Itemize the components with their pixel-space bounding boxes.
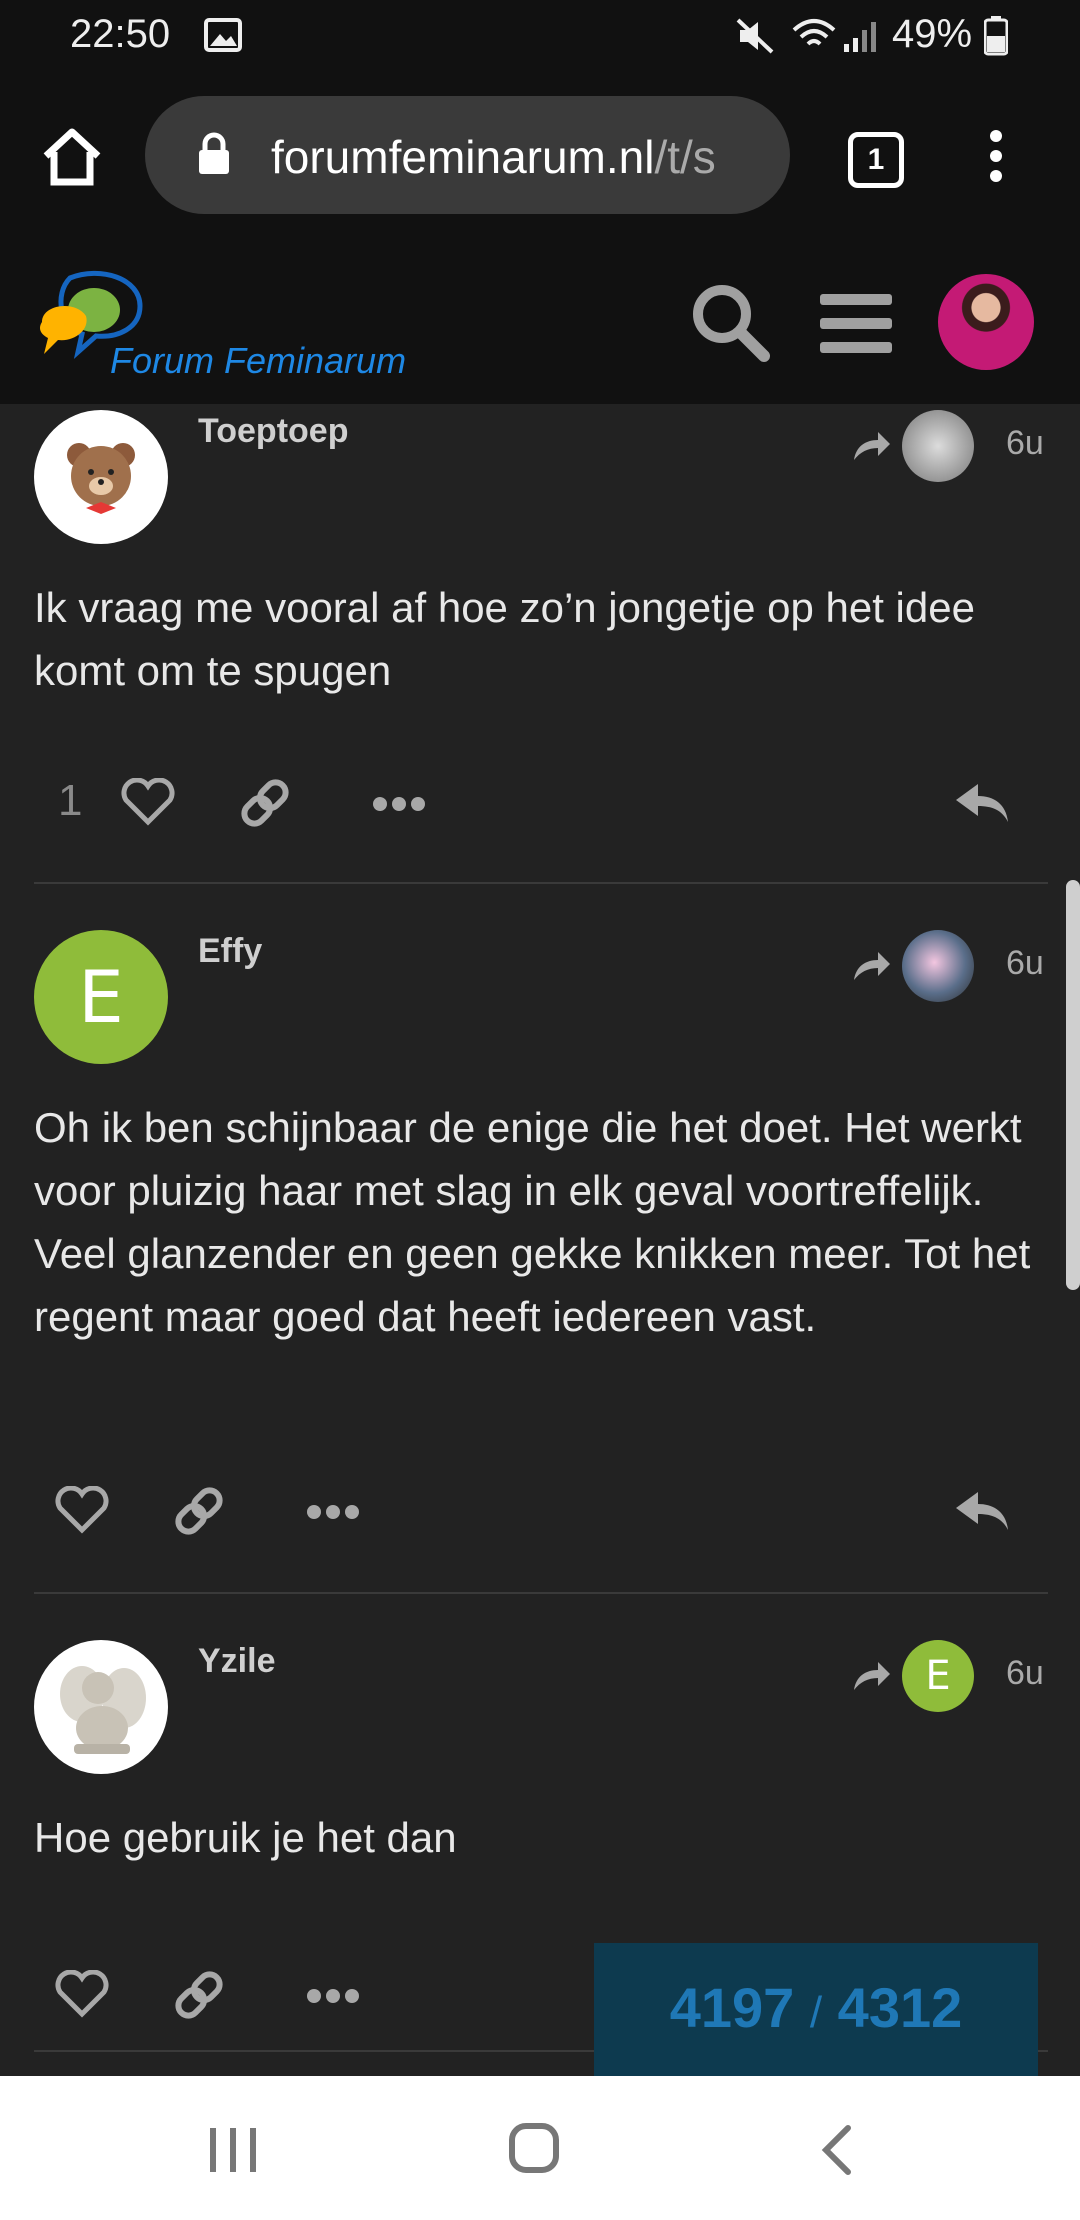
post-body: Ik vraag me vooral af hoe zo’n jongetje … xyxy=(34,584,975,694)
search-icon[interactable] xyxy=(690,282,770,362)
progress-current: 4197 xyxy=(669,1976,795,2039)
battery-percent: 49% xyxy=(892,12,973,56)
scrollbar-thumb[interactable] xyxy=(1066,880,1080,1290)
tab-switcher-button[interactable]: 1 xyxy=(848,132,904,188)
heart-icon[interactable] xyxy=(120,778,176,826)
battery-icon xyxy=(984,16,1008,56)
heart-icon[interactable] xyxy=(54,1970,110,2018)
status-bar: 22:50 49% xyxy=(0,0,1080,72)
recent-apps-icon[interactable] xyxy=(208,2126,258,2174)
post-body: Oh ik ben schijnbaar de enige die het do… xyxy=(34,1104,1031,1340)
reply-to-arrow-icon xyxy=(854,952,890,980)
more-horiz-icon[interactable] xyxy=(306,1986,360,2006)
avatar[interactable] xyxy=(34,410,168,544)
home-nav-icon[interactable] xyxy=(508,2122,560,2174)
reply-to-avatar[interactable]: E xyxy=(902,1640,974,1712)
post-username[interactable]: Yzile xyxy=(198,1642,275,1681)
post-age[interactable]: 6u xyxy=(1006,944,1044,983)
reply-icon[interactable] xyxy=(954,1488,1010,1532)
post-age[interactable]: 6u xyxy=(1006,1654,1044,1693)
more-vert-icon[interactable] xyxy=(986,128,1006,184)
hamburger-menu-icon[interactable] xyxy=(820,294,892,354)
post-age[interactable]: 6u xyxy=(1006,424,1044,463)
progress-text: 4197 / 4312 xyxy=(594,1975,1038,2040)
site-brand[interactable]: Forum Feminarum xyxy=(110,340,406,382)
home-icon[interactable] xyxy=(40,126,104,186)
heart-icon[interactable] xyxy=(54,1486,110,1534)
teddy-bear-icon xyxy=(67,443,135,514)
avatar[interactable]: E xyxy=(34,930,168,1064)
progress-separator: / xyxy=(809,1988,823,2037)
post-username[interactable]: Effy xyxy=(198,932,262,971)
lock-icon xyxy=(199,132,229,174)
reply-icon[interactable] xyxy=(954,780,1010,824)
more-horiz-icon[interactable] xyxy=(306,1502,360,1522)
system-nav-bar xyxy=(0,2076,1080,2220)
mute-icon xyxy=(736,18,774,54)
user-avatar[interactable] xyxy=(938,274,1034,370)
post-body: Hoe gebruik je het dan xyxy=(34,1814,457,1861)
url-text: forumfeminarum.nl/t/s xyxy=(271,131,716,183)
wifi-icon xyxy=(792,19,836,46)
link-icon[interactable] xyxy=(170,1966,228,2024)
link-icon[interactable] xyxy=(170,1482,228,1540)
reply-to-arrow-icon xyxy=(854,1662,890,1690)
progress-total: 4312 xyxy=(837,1976,963,2039)
more-horiz-icon[interactable] xyxy=(372,794,426,814)
status-time: 22:50 xyxy=(70,12,171,56)
angel-statue-icon xyxy=(60,1666,146,1754)
post-divider xyxy=(34,882,1048,884)
post-divider xyxy=(34,1592,1048,1594)
signal-icon xyxy=(844,22,876,52)
avatar[interactable] xyxy=(34,1640,168,1774)
browser-toolbar: forumfeminarum.nl/t/s 1 xyxy=(0,72,1080,232)
post-toeptoep: Toeptoep 6u Ik vraag me vooral af hoe zo… xyxy=(0,404,1080,884)
link-icon[interactable] xyxy=(236,774,294,832)
post-effy: E Effy 6u Oh ik ben schijnbaar de enige … xyxy=(0,924,1080,1594)
reply-to-arrow-icon xyxy=(854,432,890,460)
topic-progress[interactable]: 4197 / 4312 xyxy=(594,1943,1038,2083)
like-count[interactable]: 1 xyxy=(58,776,82,826)
post-username[interactable]: Toeptoep xyxy=(198,412,348,451)
site-header: Forum Feminarum xyxy=(0,232,1080,404)
reply-to-avatar[interactable] xyxy=(902,410,974,482)
back-nav-icon[interactable] xyxy=(820,2124,854,2176)
address-bar[interactable]: forumfeminarum.nl/t/s xyxy=(145,96,790,214)
gallery-icon xyxy=(204,18,242,52)
reply-to-avatar[interactable] xyxy=(902,930,974,1002)
